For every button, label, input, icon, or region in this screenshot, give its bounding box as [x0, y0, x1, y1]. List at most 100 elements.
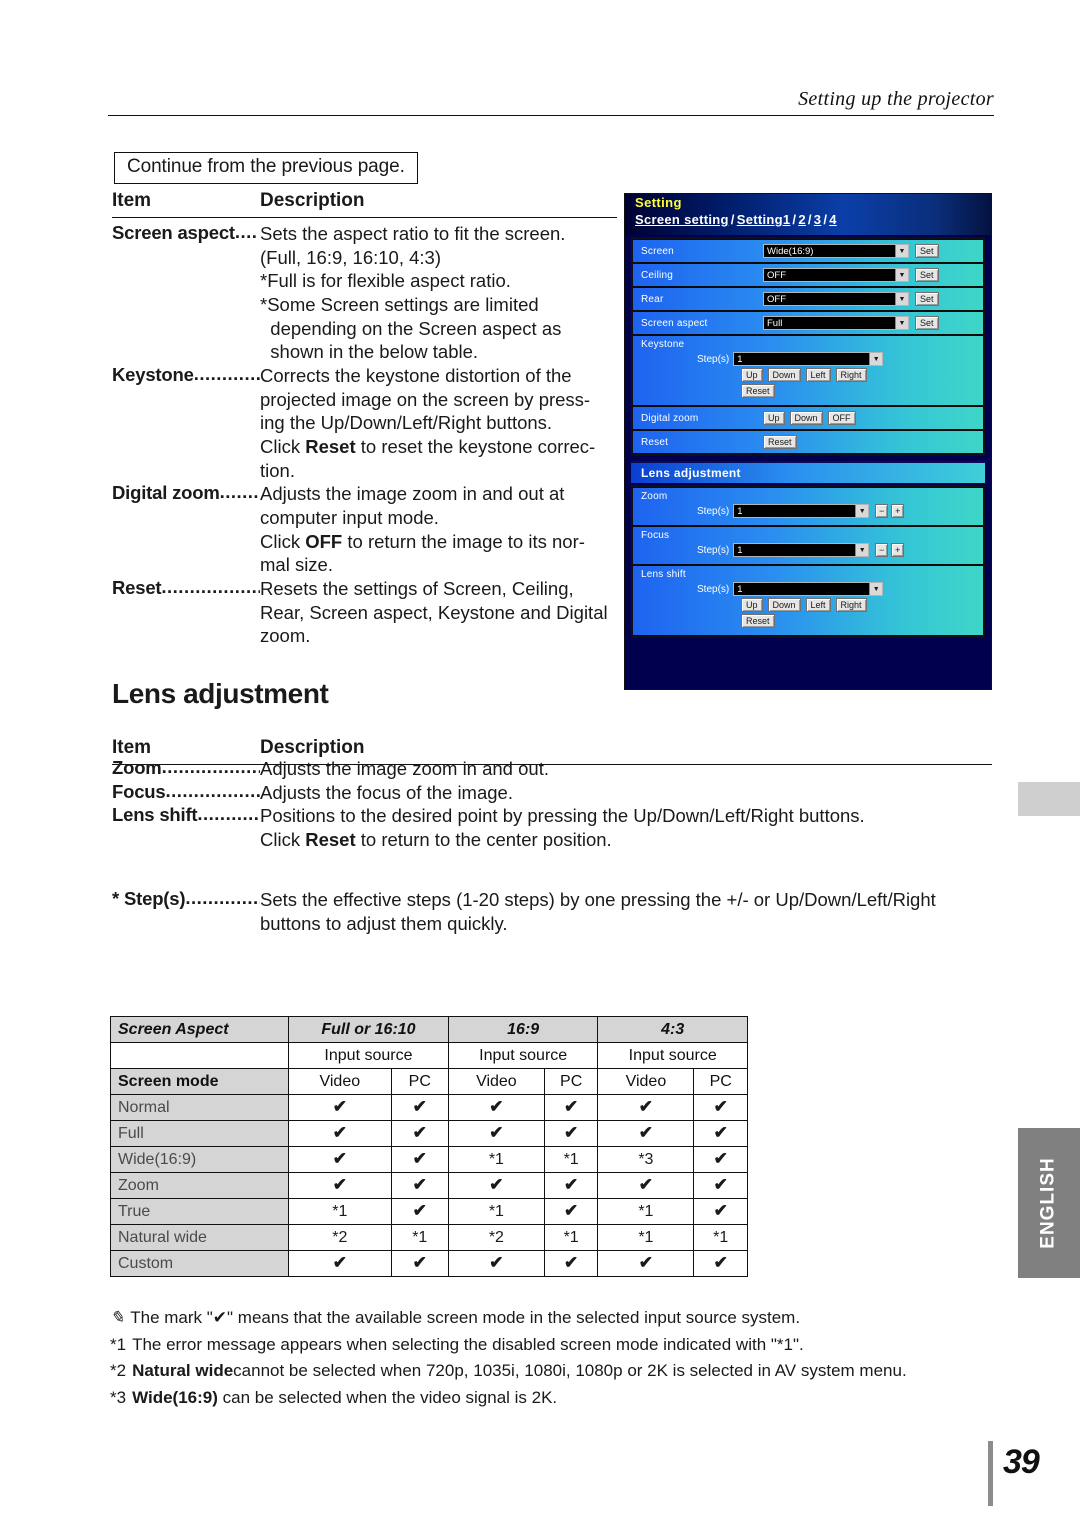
availability-cell: ✔: [288, 1120, 392, 1147]
leader-dots: .......: [219, 482, 260, 503]
ui-select-lens-focus-steps[interactable]: 1 ▼: [733, 543, 870, 557]
ui-button-reset-all[interactable]: Reset: [763, 435, 797, 449]
availability-cell: ✔: [447, 1094, 545, 1121]
definition-term: Screen aspect: [112, 222, 235, 243]
chevron-down-icon[interactable]: ▼: [869, 353, 883, 365]
table-row: Zoom ✔ ✔ ✔ ✔ ✔ ✔: [110, 1172, 748, 1199]
breadcrumb-link-4[interactable]: 4: [829, 212, 837, 227]
definition-line: projected image on the screen by press-: [260, 388, 591, 410]
breadcrumb-current[interactable]: Screen setting: [635, 212, 729, 227]
ui-button-keystone-left[interactable]: Left: [805, 368, 831, 382]
ui-select-lens-shift-steps-value: 1: [737, 583, 743, 595]
column-header-description: Description: [260, 190, 365, 211]
availability-cell: *1: [543, 1146, 599, 1173]
chevron-down-icon[interactable]: ▼: [895, 245, 908, 257]
availability-cell: *1: [693, 1224, 748, 1251]
ui-button-set-rear[interactable]: Set: [915, 292, 939, 306]
ui-button-set-ceiling[interactable]: Set: [915, 268, 939, 282]
ui-button-lens-shift-left[interactable]: Left: [805, 598, 831, 612]
ui-title: Setting: [635, 195, 682, 210]
ui-label-lens-focus: Focus: [641, 530, 670, 541]
table-row: Normal ✔ ✔ ✔ ✔ ✔ ✔: [110, 1094, 748, 1121]
availability-cell: ✔: [543, 1198, 599, 1225]
table-row: True *1 ✔ *1 ✔ *1 ✔: [110, 1198, 748, 1225]
ui-label-keystone-steps: Step(s): [697, 353, 730, 365]
ui-button-digital-zoom-off[interactable]: OFF: [827, 411, 856, 425]
ui-button-lens-shift-reset[interactable]: Reset: [741, 614, 775, 628]
availability-cell: *2: [288, 1224, 392, 1251]
ui-button-digital-zoom-down[interactable]: Down: [789, 411, 823, 425]
ui-select-ceiling[interactable]: OFF ▼: [763, 268, 909, 282]
ui-button-keystone-up[interactable]: Up: [741, 368, 763, 382]
ui-button-lens-shift-up[interactable]: Up: [741, 598, 763, 612]
ui-button-set-screen-aspect[interactable]: Set: [915, 316, 939, 330]
breadcrumb-link-setting1[interactable]: Setting1: [737, 212, 791, 227]
ui-select-screen[interactable]: Wide(16:9) ▼: [763, 244, 909, 258]
chevron-down-icon[interactable]: ▼: [895, 269, 908, 281]
availability-cell: ✔: [597, 1094, 695, 1121]
ui-button-lens-shift-right[interactable]: Right: [835, 598, 867, 612]
definition-description: Corrects the keystone distortion of the p…: [260, 364, 624, 482]
definition-line: Click OFF to return the image to its nor…: [260, 530, 585, 552]
chevron-down-icon[interactable]: ▼: [895, 293, 908, 305]
ui-button-digital-zoom-up[interactable]: Up: [763, 411, 785, 425]
availability-cell: ✔: [543, 1250, 599, 1277]
ui-block-lens-shift: Lens shift Step(s) 1 ▼ Up Down Left Righ…: [633, 565, 983, 636]
footnote-1: *1 The error message appears when selecti…: [110, 1333, 1000, 1358]
chevron-down-icon[interactable]: ▼: [855, 505, 869, 517]
availability-cell: *1: [288, 1198, 392, 1225]
chevron-down-icon[interactable]: ▼: [895, 317, 908, 329]
availability-cell: ✔: [693, 1146, 748, 1173]
ui-button-lens-shift-down[interactable]: Down: [767, 598, 801, 612]
ui-button-keystone-reset[interactable]: Reset: [741, 384, 775, 398]
margin-gray-tab: [1018, 782, 1080, 816]
definition-line: *Full is for flexible aspect ratio.: [260, 270, 511, 292]
source-column-header-0: Video: [288, 1068, 392, 1095]
steps-note: *Step(s)................Sets the effecti…: [112, 888, 1002, 935]
definition-line: *Some Screen settings are limited: [260, 294, 539, 316]
footnote-3: *3 Wide(16:9) can be selected when the vi…: [110, 1386, 1000, 1411]
definition-line: Sets the aspect ratio to fit the screen.: [260, 223, 566, 244]
page-header-title: Setting up the projector: [798, 88, 994, 110]
footnote-2: *2 Natural widecannot be selected when 72…: [110, 1359, 1000, 1384]
availability-cell: *1: [447, 1198, 545, 1225]
language-side-tab: ENGLISH: [1018, 1128, 1080, 1278]
input-source-header-2: Input source: [597, 1042, 748, 1069]
ui-select-screen-aspect[interactable]: Full ▼: [763, 316, 909, 330]
ui-label-digital-zoom: Digital zoom: [641, 412, 699, 424]
ui-row-digital-zoom: Digital zoom Up Down OFF: [633, 406, 983, 430]
breadcrumb-sep-3: /: [807, 212, 812, 227]
ui-button-lens-zoom-plus[interactable]: +: [891, 504, 905, 518]
section-title-lens-adjustment: Lens adjustment: [112, 678, 329, 709]
chevron-down-icon[interactable]: ▼: [855, 544, 869, 556]
ui-body: Screen Wide(16:9) ▼ Set Ceiling OFF ▼ Se…: [625, 237, 991, 644]
ui-label-screen: Screen: [641, 245, 674, 257]
ui-button-lens-focus-minus[interactable]: −: [875, 543, 889, 557]
availability-cell: ✔: [288, 1172, 392, 1199]
availability-cell: ✔: [390, 1094, 449, 1121]
ui-select-rear[interactable]: OFF ▼: [763, 292, 909, 306]
chevron-down-icon[interactable]: ▼: [869, 583, 883, 595]
ui-button-lens-focus-plus[interactable]: +: [891, 543, 905, 557]
ui-button-lens-zoom-minus[interactable]: −: [875, 504, 889, 518]
ui-select-lens-shift-steps[interactable]: 1 ▼: [733, 582, 884, 596]
ui-button-set-screen[interactable]: Set: [915, 244, 939, 258]
ui-button-keystone-down[interactable]: Down: [767, 368, 801, 382]
ui-button-keystone-right[interactable]: Right: [835, 368, 867, 382]
availability-cell: ✔: [597, 1172, 695, 1199]
availability-cell: ✔: [390, 1198, 449, 1225]
ui-select-lens-zoom-steps[interactable]: 1 ▼: [733, 504, 870, 518]
aspect-group-header-0: Full or 16:10: [288, 1016, 449, 1043]
breadcrumb-link-2[interactable]: 2: [798, 212, 806, 227]
availability-cell: ✔: [390, 1250, 449, 1277]
ui-label-rear: Rear: [641, 293, 664, 305]
screen-aspect-table: Screen Aspect Full or 16:10 16:9 4:3 Input …: [110, 1016, 748, 1277]
ui-label-keystone: Keystone: [641, 339, 685, 350]
definition-term: Step(s): [124, 888, 186, 909]
screen-mode-row-label: Wide(16:9): [110, 1146, 289, 1173]
ui-breadcrumb: Screen setting / Setting1/2/3/4: [635, 211, 991, 229]
ui-select-keystone-steps[interactable]: 1 ▼: [733, 352, 884, 366]
definition-term: Zoom: [112, 757, 162, 778]
projector-web-ui-screenshot: Setting Screen setting / Setting1/2/3/4 Sc…: [624, 193, 992, 690]
definition-line: mal size.: [260, 554, 333, 576]
